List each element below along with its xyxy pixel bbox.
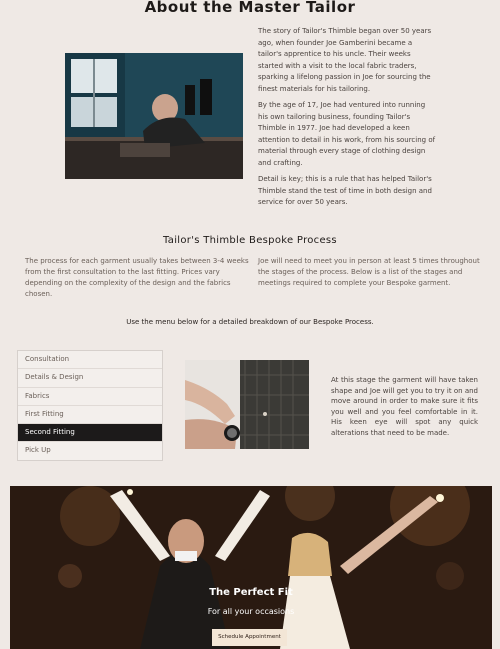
tailor-workshop-photo bbox=[65, 53, 243, 179]
hero-banner: The Perfect Fit For all your occasions S… bbox=[10, 486, 492, 649]
hero-title: The Perfect Fit bbox=[209, 587, 293, 598]
menu-item-second-fitting[interactable]: Second Fitting bbox=[18, 424, 162, 443]
about-text: The story of Tailor's Thimble began over… bbox=[258, 26, 436, 214]
menu-item-pick-up[interactable]: Pick Up bbox=[18, 442, 162, 459]
process-heading: Tailor's Thimble Bespoke Process bbox=[163, 235, 337, 246]
stage-description: At this stage the garment will have take… bbox=[331, 376, 478, 437]
menu-item-fabrics[interactable]: Fabrics bbox=[18, 388, 162, 406]
about-paragraph: The story of Tailor's Thimble began over… bbox=[258, 27, 432, 93]
menu-item-details-design[interactable]: Details & Design bbox=[18, 369, 162, 388]
schedule-appointment-button[interactable]: Schedule Appointment bbox=[212, 629, 287, 646]
process-left-text: The process for each garment usually tak… bbox=[25, 257, 249, 298]
menu-item-consultation[interactable]: Consultation bbox=[18, 351, 162, 370]
process-menu: Consultation Details & Design Fabrics Fi… bbox=[17, 350, 163, 461]
fitting-photo bbox=[185, 360, 309, 449]
page-title: About the Master Tailor bbox=[144, 0, 356, 16]
about-paragraph: Detail is key; this is a rule that has h… bbox=[258, 175, 432, 206]
wedding-photo bbox=[10, 486, 492, 649]
about-paragraph: By the age of 17, Joe had ventured into … bbox=[258, 101, 436, 167]
process-right-text: Joe will need to meet you in person at l… bbox=[258, 257, 480, 287]
menu-note: Use the menu below for a detailed breakd… bbox=[126, 318, 374, 326]
menu-item-first-fitting[interactable]: First Fitting bbox=[18, 406, 162, 425]
hero-subtitle: For all your occasions bbox=[207, 607, 295, 616]
